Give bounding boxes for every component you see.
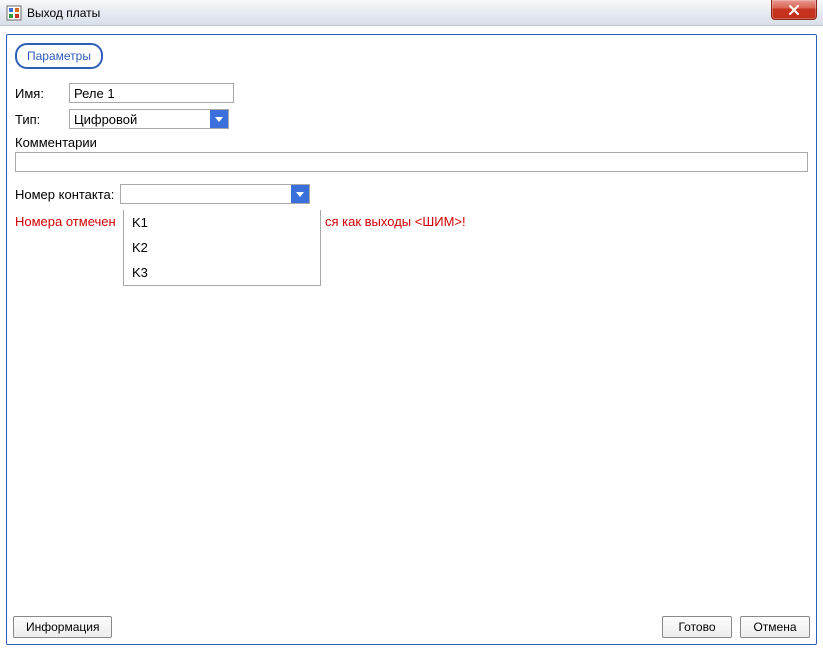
tab-bar: Параметры — [7, 35, 816, 69]
type-label: Тип: — [15, 112, 69, 127]
contact-label: Номер контакта: — [15, 187, 114, 202]
form-area: Имя: Тип: Цифровой Комментарии Номер кон… — [7, 69, 816, 229]
comments-label: Комментарии — [15, 135, 808, 150]
row-contact: Номер контакта: — [15, 184, 808, 204]
ok-button[interactable]: Готово — [662, 616, 732, 638]
contact-select-value — [121, 185, 291, 203]
dialog-footer: Информация Готово Отмена — [13, 616, 810, 638]
name-input[interactable] — [69, 83, 234, 103]
app-icon — [6, 5, 22, 21]
chevron-down-icon — [291, 185, 309, 203]
contact-option[interactable]: K2 — [124, 235, 320, 260]
type-select-value: Цифровой — [70, 110, 210, 128]
row-name: Имя: — [15, 83, 808, 103]
dialog-window: Выход платы Параметры Имя: Тип: Цифровой — [0, 0, 823, 651]
row-type: Тип: Цифровой — [15, 109, 808, 129]
chevron-down-icon — [210, 110, 228, 128]
client-area: Параметры Имя: Тип: Цифровой Комментарии… — [6, 34, 817, 645]
window-title: Выход платы — [27, 6, 100, 20]
close-button[interactable] — [771, 0, 817, 20]
comments-input[interactable] — [15, 152, 808, 172]
contact-dropdown: K1 K2 K3 — [123, 210, 321, 286]
cancel-button[interactable]: Отмена — [740, 616, 810, 638]
contact-option[interactable]: K1 — [124, 210, 320, 235]
type-select[interactable]: Цифровой — [69, 109, 229, 129]
title-bar[interactable]: Выход платы — [0, 0, 823, 26]
name-label: Имя: — [15, 86, 69, 101]
warning-right: ся как выходы <ШИМ>! — [325, 214, 466, 229]
tab-parameters[interactable]: Параметры — [15, 43, 103, 69]
info-button[interactable]: Информация — [13, 616, 112, 638]
warning-left: Номера отмечен — [15, 214, 116, 229]
contact-option[interactable]: K3 — [124, 260, 320, 285]
contact-select[interactable] — [120, 184, 310, 204]
